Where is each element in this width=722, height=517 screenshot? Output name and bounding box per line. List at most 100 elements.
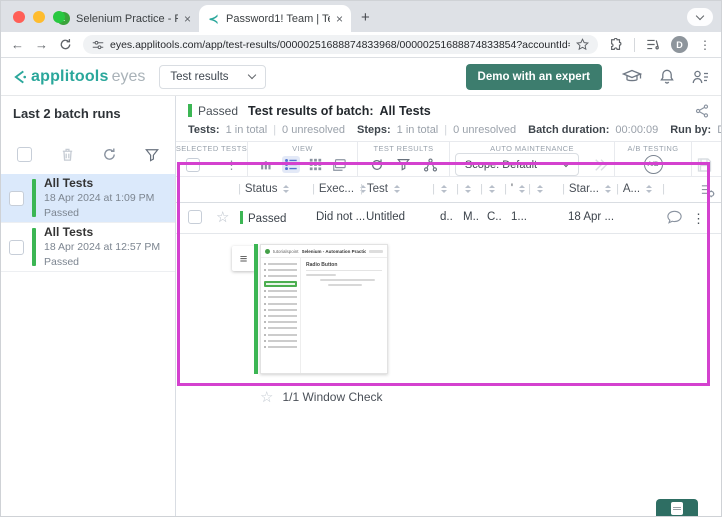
apply-maintenance-icon[interactable] <box>593 158 609 172</box>
batch-name: All Tests <box>44 176 94 191</box>
column-exec[interactable]: Exec... <box>312 183 367 195</box>
refresh-icon[interactable] <box>102 147 117 162</box>
graduation-cap-icon[interactable] <box>622 68 642 85</box>
steps-unresolved: 0 unresolved <box>453 124 517 136</box>
batch-info: All Tests 18 Apr 2024 at 12:57 PM Passed <box>44 225 160 268</box>
reload-icon[interactable] <box>59 38 72 51</box>
column-n3[interactable] <box>480 183 495 195</box>
thumb-page-heading: Radio Button <box>306 262 338 268</box>
row-menu-icon[interactable]: ⋮ <box>692 211 705 227</box>
tab-close-icon[interactable]: × <box>184 12 191 26</box>
chat-widget-button[interactable] <box>656 499 698 516</box>
batch-status: Passed <box>44 206 80 219</box>
steps-total: 1 in total <box>396 124 439 136</box>
step-status-bar <box>254 244 258 374</box>
select-tests-checkbox[interactable] <box>185 157 200 172</box>
reading-list-icon[interactable] <box>646 38 660 51</box>
column-status[interactable]: Status <box>238 183 290 195</box>
column-n4[interactable]: ' <box>504 183 526 195</box>
row-started: 18 Apr ... <box>568 211 615 223</box>
browser-window: t Selenium Practice - Radio Bu × ≺ Passw… <box>0 0 722 517</box>
batch-item[interactable]: All Tests 18 Apr 2024 at 12:57 PM Passed <box>1 223 175 272</box>
bell-icon[interactable] <box>659 68 675 85</box>
minimize-window-button[interactable] <box>33 11 45 23</box>
browser-menu-icon[interactable]: ⋮ <box>699 38 711 52</box>
ab-testing-icon[interactable]: A/B <box>643 155 663 174</box>
list-view-icon[interactable] <box>281 156 300 173</box>
batch-checkbox[interactable] <box>9 239 24 255</box>
tab-strip: t Selenium Practice - Radio Bu × ≺ Passw… <box>1 1 721 32</box>
trash-icon[interactable] <box>60 147 75 162</box>
back-icon[interactable]: ← <box>11 38 24 51</box>
thumb-content: Radio Button <box>301 258 387 373</box>
column-started[interactable]: Star... <box>562 183 611 195</box>
chat-icon <box>671 502 683 515</box>
grid-view-icon[interactable] <box>309 158 322 171</box>
row-status: Passed <box>240 211 286 225</box>
column-n2[interactable] <box>456 183 471 195</box>
column-end-sep <box>662 183 665 195</box>
comment-icon[interactable] <box>666 209 683 225</box>
forward-icon[interactable]: → <box>35 38 48 51</box>
section-selected-tests: SELECTED TESTS ⋮ <box>176 142 248 176</box>
tab-close-icon[interactable]: × <box>336 12 343 26</box>
duration-value: 00:00:09 <box>615 124 659 136</box>
thumb-logo-text: tutorialspoint <box>273 248 299 254</box>
new-tab-button[interactable]: + <box>361 10 370 25</box>
filter-results-icon[interactable] <box>396 158 410 171</box>
status-bar <box>240 211 243 224</box>
tab-search-button[interactable] <box>687 8 713 26</box>
tab-selenium-practice[interactable]: t Selenium Practice - Radio Bu × <box>49 5 199 32</box>
column-test[interactable]: Test <box>360 183 400 195</box>
bookmark-star-icon[interactable] <box>576 38 589 51</box>
section-auto-maintenance: AUTO MAINTENANCE Scope: Default <box>450 142 615 176</box>
column-n5[interactable] <box>528 183 543 195</box>
save-icon[interactable] <box>696 157 713 173</box>
app-header: applitools eyes Test results Demo with a… <box>1 58 721 96</box>
step-star-icon[interactable]: ☆ <box>260 388 273 406</box>
close-window-button[interactable] <box>13 11 25 23</box>
step-thumbnail[interactable]: tutorialspoint Selenium - Automation Pra… <box>260 244 388 374</box>
tab-title: Password1! Team | Test Resul <box>226 12 330 25</box>
batch-checkbox[interactable] <box>9 190 24 206</box>
column-assigned[interactable]: A... <box>616 183 653 195</box>
batch-item[interactable]: All Tests 18 Apr 2024 at 1:09 PM Passed <box>1 174 175 223</box>
section-label: AUTO MAINTENANCE <box>490 144 574 153</box>
select-all-checkbox[interactable] <box>17 147 32 162</box>
branch-icon[interactable] <box>423 157 438 172</box>
row-checkbox[interactable] <box>188 210 202 224</box>
zoom-window-button[interactable] <box>53 11 65 23</box>
address-bar[interactable]: eyes.applitools.com/app/test-results/000… <box>83 35 598 54</box>
step-group-handle[interactable]: ≡ <box>232 246 255 271</box>
batch-info: All Tests 18 Apr 2024 at 1:09 PM Passed <box>44 176 154 219</box>
page-content: Last 2 batch runs All Tests 18 Apr 2024 … <box>1 96 721 516</box>
column-settings-icon[interactable] <box>700 183 715 198</box>
steps-label: Steps: <box>357 124 391 136</box>
site-settings-icon[interactable] <box>92 39 104 51</box>
test-result-row[interactable]: ☆ Passed Did not ... Untitled d.. M.. C.… <box>176 203 721 234</box>
refresh-results-icon[interactable] <box>370 158 384 172</box>
batch-sidebar: Last 2 batch runs All Tests 18 Apr 2024 … <box>1 96 176 516</box>
brand-name: applitools <box>31 67 109 85</box>
section-label: A/B TESTING <box>627 144 679 153</box>
extensions-icon[interactable] <box>609 37 623 52</box>
gallery-view-icon[interactable] <box>331 158 347 172</box>
thumb-sidebar <box>261 258 301 373</box>
chart-view-icon[interactable] <box>259 158 273 171</box>
selected-tests-menu-icon[interactable]: ⋮ <box>226 158 238 172</box>
app-nav-dropdown[interactable]: Test results <box>159 64 266 89</box>
filter-icon[interactable] <box>145 148 159 162</box>
tab-test-results[interactable]: ≺ Password1! Team | Test Resul × <box>199 5 351 32</box>
demo-expert-button[interactable]: Demo with an expert <box>465 63 602 90</box>
thumb-site-title: Selenium - Automation Practice Form <box>301 248 366 254</box>
batch-status: Passed <box>44 255 80 268</box>
url-text: eyes.applitools.com/app/test-results/000… <box>110 38 570 51</box>
column-n1[interactable] <box>432 183 447 195</box>
batch-status-label: Passed <box>198 103 239 118</box>
share-icon[interactable] <box>695 103 709 118</box>
profile-avatar[interactable]: D <box>671 36 688 53</box>
row-star-icon[interactable]: ☆ <box>216 210 229 225</box>
scope-select[interactable]: Scope: Default <box>454 153 580 176</box>
account-icon[interactable] <box>692 69 709 85</box>
step-zone: ≡ tutorialspoint Selenium - Automation P… <box>176 234 721 386</box>
